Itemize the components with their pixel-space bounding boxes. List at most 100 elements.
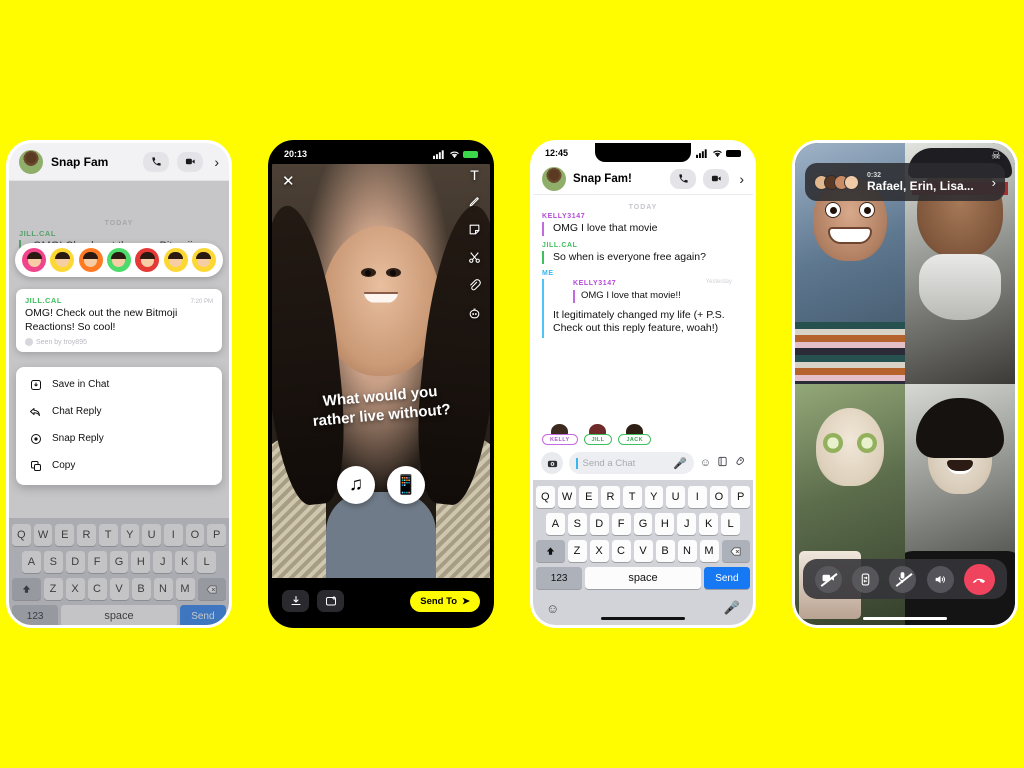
editor-toolbar[interactable]: T [468, 168, 481, 322]
call-info-bar[interactable]: 0:32 Rafael, Erin, Lisa... › [805, 163, 1005, 201]
smiley-icon[interactable]: ☺ [546, 601, 559, 616]
music-option[interactable]: ♫ [337, 466, 375, 505]
camera-off-button[interactable] [815, 565, 843, 593]
key-s[interactable]: S [43, 551, 63, 573]
poll-options[interactable]: ♫ 📱 [272, 466, 490, 505]
key-q[interactable]: Q [11, 524, 31, 546]
key-u[interactable]: U [666, 486, 685, 508]
key-q[interactable]: Q [535, 486, 555, 508]
key-f[interactable]: F [87, 551, 107, 573]
camera-preview[interactable]: ✕ T What would you rather live without? … [272, 164, 490, 578]
search-input[interactable]: Send a Chat 🎤 [569, 452, 694, 474]
key-s[interactable]: S [567, 513, 587, 535]
key-f[interactable]: F [611, 513, 631, 535]
send-key[interactable]: Send [179, 605, 226, 625]
key-w[interactable]: W [33, 524, 53, 546]
rocket-icon[interactable] [734, 456, 745, 470]
key-l[interactable]: L [197, 551, 217, 573]
shift-key[interactable] [12, 578, 41, 600]
sticker-icon[interactable] [717, 456, 728, 470]
key-o[interactable]: O [709, 486, 729, 508]
space-key[interactable]: space [585, 567, 701, 589]
key-w[interactable]: W [557, 486, 577, 508]
key-r[interactable]: R [601, 486, 620, 508]
key-g[interactable]: G [109, 551, 129, 573]
key-e[interactable]: E [55, 524, 75, 546]
key-g[interactable]: G [633, 513, 653, 535]
context-item-save-in-chat[interactable]: Save in Chat [16, 371, 222, 398]
key-b[interactable]: B [131, 578, 151, 600]
key-h[interactable]: H [131, 551, 151, 573]
key-u[interactable]: U [142, 524, 161, 546]
speaker-button[interactable] [926, 565, 954, 593]
key-i[interactable]: I [687, 486, 707, 508]
bitmoji-reaction-bar[interactable] [15, 243, 223, 277]
key-c[interactable]: C [87, 578, 107, 600]
shift-key[interactable] [536, 540, 565, 562]
heart-reaction[interactable] [22, 248, 47, 272]
key-v[interactable]: V [109, 578, 129, 600]
key-y[interactable]: Y [120, 524, 140, 546]
key-h[interactable]: H [655, 513, 675, 535]
key-c[interactable]: C [611, 540, 631, 562]
backspace-key[interactable] [721, 540, 750, 562]
key-v[interactable]: V [633, 540, 653, 562]
key-o[interactable]: O [185, 524, 205, 546]
key-t[interactable]: T [622, 486, 642, 508]
open-chat-chevron[interactable]: › [736, 171, 744, 187]
context-item-copy[interactable]: Copy [16, 452, 222, 479]
key-r[interactable]: R [77, 524, 96, 546]
scissors-tool-icon[interactable] [468, 251, 481, 266]
microphone-icon[interactable]: 🎤 [673, 457, 687, 470]
chip-kelly[interactable]: KELLY [542, 423, 578, 445]
key-d[interactable]: D [589, 513, 609, 535]
key-b[interactable]: B [655, 540, 675, 562]
chip-jack[interactable]: JACK [618, 423, 652, 445]
backspace-key[interactable] [197, 578, 226, 600]
onscreen-keyboard[interactable]: Q W E R T Y U I O P A S D F G H J K L Z … [533, 480, 753, 625]
add-to-story-icon[interactable] [317, 590, 344, 612]
chevron-right-icon[interactable]: › [992, 175, 996, 190]
phone-call-button[interactable] [143, 151, 170, 172]
key-n[interactable]: N [153, 578, 173, 600]
download-icon[interactable] [282, 590, 309, 612]
key-t[interactable]: T [98, 524, 118, 546]
draw-pencil-icon[interactable] [468, 195, 481, 210]
angry-reaction[interactable] [135, 248, 160, 272]
key-m[interactable]: M [699, 540, 719, 562]
focused-message-card[interactable]: JILL.CAL 7:20 PM OMG! Check out the new … [16, 289, 222, 353]
key-k[interactable]: K [699, 513, 719, 535]
fire-reaction[interactable] [78, 248, 103, 272]
video-call-button[interactable] [703, 168, 730, 189]
key-y[interactable]: Y [644, 486, 664, 508]
message-context-menu[interactable]: Save in Chat Chat Reply Snap Reply Copy [16, 367, 222, 485]
key-z[interactable]: Z [43, 578, 63, 600]
camera-icon[interactable] [541, 452, 563, 474]
key-m[interactable]: M [175, 578, 195, 600]
close-x-icon[interactable]: ✕ [282, 172, 295, 190]
chat-message-kelly[interactable]: KELLY3147 OMG I love that movie [533, 213, 753, 242]
phone-option[interactable]: 📱 [387, 466, 425, 505]
numbers-key[interactable]: 123 [536, 567, 583, 589]
key-z[interactable]: Z [567, 540, 587, 562]
chat-message-me-reply[interactable]: ME Yesterday KELLY3147 OMG I love that m… [533, 270, 753, 344]
chip-jill[interactable]: JILL [583, 423, 613, 445]
paperclip-link-icon[interactable] [468, 279, 481, 294]
key-k[interactable]: K [175, 551, 195, 573]
key-x[interactable]: X [65, 578, 85, 600]
key-p[interactable]: P [731, 486, 751, 508]
text-tool-icon[interactable]: T [470, 168, 479, 182]
key-j[interactable]: J [153, 551, 173, 573]
key-l[interactable]: L [721, 513, 741, 535]
key-i[interactable]: I [163, 524, 183, 546]
key-d[interactable]: D [65, 551, 85, 573]
open-chat-chevron[interactable]: › [211, 154, 219, 170]
key-x[interactable]: X [589, 540, 609, 562]
key-e[interactable]: E [579, 486, 599, 508]
chat-message-jill[interactable]: JILL.CAL So when is everyone free again? [533, 242, 753, 271]
send-key[interactable]: Send [703, 567, 750, 589]
numbers-key[interactable]: 123 [12, 605, 59, 625]
key-p[interactable]: P [207, 524, 227, 546]
phone-call-button[interactable] [670, 168, 697, 189]
end-call-button[interactable] [963, 563, 995, 595]
